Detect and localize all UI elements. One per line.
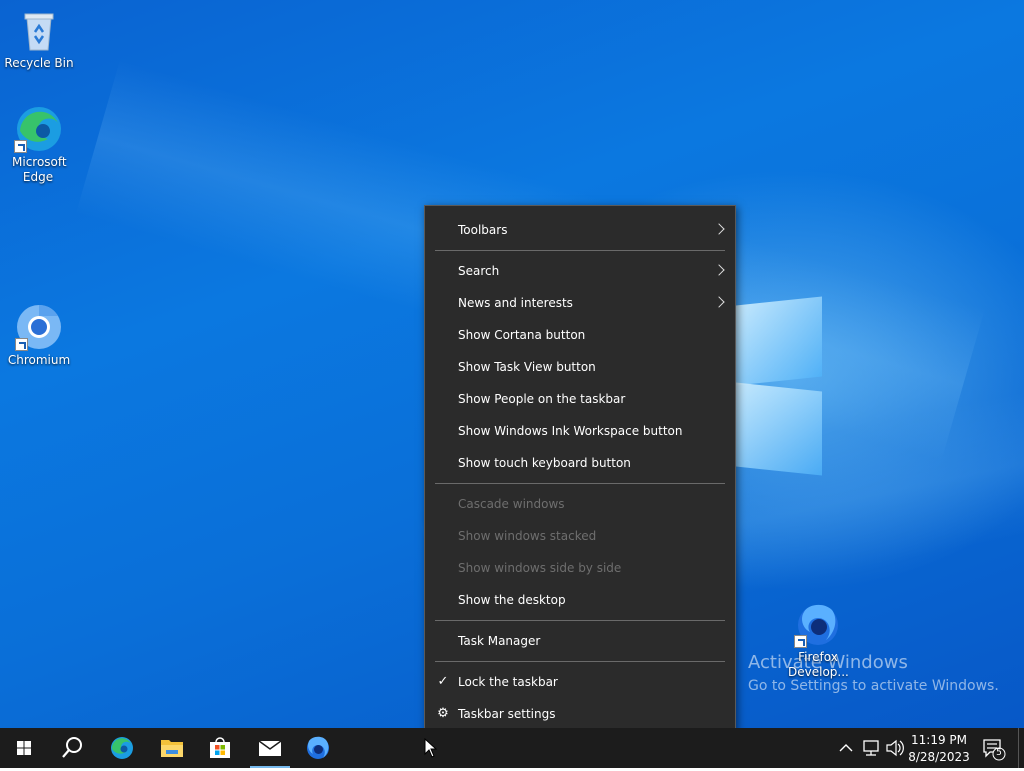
- menu-item-news-and-interests[interactable]: News and interests: [425, 287, 735, 319]
- start-button[interactable]: [0, 728, 48, 768]
- store-icon: [210, 737, 230, 758]
- desktop-icon-label: Firefox Develop...: [788, 650, 849, 679]
- menu-item-show-ink-workspace[interactable]: Show Windows Ink Workspace button: [425, 415, 735, 447]
- taskbar-store-button[interactable]: [196, 728, 244, 768]
- chevron-right-icon: [713, 223, 725, 235]
- menu-item-show-cortana-button[interactable]: Show Cortana button: [425, 319, 735, 351]
- taskbar-mail-button[interactable]: [246, 728, 294, 768]
- edge-icon: [111, 737, 133, 759]
- menu-item-label: Lock the taskbar: [458, 675, 558, 689]
- clock[interactable]: 11:19 PM 8/28/2023: [906, 730, 972, 768]
- taskbar-file-explorer-button[interactable]: [148, 728, 196, 768]
- start-icon: [17, 741, 31, 755]
- network-icon: [863, 740, 879, 756]
- mouse-cursor-icon: [424, 738, 438, 758]
- show-hidden-icons-button[interactable]: [836, 728, 856, 768]
- menu-item-label: Search: [458, 264, 500, 278]
- volume-icon: [886, 739, 904, 757]
- menu-item-show-people[interactable]: Show People on the taskbar: [425, 383, 735, 415]
- desktop-icon-firefox-developer[interactable]: Firefox Develop...: [780, 600, 856, 680]
- menu-item-search[interactable]: Search: [425, 255, 735, 287]
- menu-separator: [435, 250, 725, 251]
- menu-item-show-the-desktop[interactable]: Show the desktop: [425, 584, 735, 616]
- clock-time: 11:19 PM: [911, 733, 967, 747]
- menu-item-label: Show Windows Ink Workspace button: [458, 424, 683, 438]
- menu-item-label: Show Cortana button: [458, 328, 586, 342]
- windows-logo-wallpaper: [736, 289, 824, 481]
- search-icon: [62, 737, 82, 758]
- menu-item-label: Show windows side by side: [458, 561, 622, 575]
- menu-item-label: Toolbars: [458, 223, 508, 237]
- checkmark-icon: ✓: [437, 674, 449, 689]
- menu-item-label: Show the desktop: [458, 593, 566, 607]
- mail-icon: [258, 740, 282, 756]
- firefox-dev-icon: [794, 600, 842, 648]
- clock-date: 8/28/2023: [908, 750, 970, 764]
- desktop-icon-label: Microsoft Edge: [12, 155, 67, 184]
- menu-separator: [435, 661, 725, 662]
- shortcut-arrow-icon: [15, 338, 28, 351]
- menu-item-task-manager[interactable]: Task Manager: [425, 625, 735, 657]
- menu-item-label: News and interests: [458, 296, 573, 310]
- menu-item-taskbar-settings[interactable]: ⚙ Taskbar settings: [425, 698, 735, 730]
- shortcut-arrow-icon: [14, 140, 27, 153]
- menu-item-label: Task Manager: [458, 634, 541, 648]
- menu-item-label: Show touch keyboard button: [458, 456, 631, 470]
- taskbar[interactable]: 11:19 PM 8/28/2023 5: [0, 728, 1024, 768]
- taskbar-context-menu: Toolbars Search News and interests Show …: [424, 205, 736, 737]
- firefox-dev-icon: [307, 736, 329, 759]
- shortcut-arrow-icon: [794, 635, 807, 648]
- desktop-icon-microsoft-edge[interactable]: Microsoft Edge: [0, 105, 76, 185]
- menu-item-label: Show Task View button: [458, 360, 596, 374]
- file-explorer-icon: [161, 740, 183, 757]
- show-desktop-button[interactable]: [1018, 728, 1024, 768]
- recycle-bin-icon: [15, 6, 63, 54]
- menu-item-show-touch-keyboard[interactable]: Show touch keyboard button: [425, 447, 735, 479]
- menu-item-toolbars[interactable]: Toolbars: [425, 214, 735, 246]
- menu-item-lock-the-taskbar[interactable]: ✓ Lock the taskbar: [425, 666, 735, 698]
- action-center-button[interactable]: 5: [978, 728, 1008, 768]
- menu-item-show-windows-stacked: Show windows stacked: [425, 520, 735, 552]
- chevron-right-icon: [713, 264, 725, 276]
- edge-icon: [14, 105, 62, 153]
- taskbar-edge-button[interactable]: [98, 728, 146, 768]
- menu-item-label: Show windows stacked: [458, 529, 597, 543]
- desktop-icon-label: Chromium: [7, 353, 71, 367]
- menu-item-label: Taskbar settings: [458, 707, 556, 721]
- taskbar-firefox-dev-button[interactable]: [294, 728, 342, 768]
- menu-item-label: Show People on the taskbar: [458, 392, 626, 406]
- volume-button[interactable]: [884, 728, 906, 768]
- gear-icon: ⚙: [437, 706, 449, 721]
- search-button[interactable]: [48, 728, 96, 768]
- menu-separator: [435, 483, 725, 484]
- chevron-up-icon: [839, 744, 853, 752]
- desktop-icon-label: Recycle Bin: [4, 56, 74, 70]
- desktop-icon-chromium[interactable]: Chromium: [1, 303, 77, 368]
- network-button[interactable]: [860, 728, 882, 768]
- desktop-icon-recycle-bin[interactable]: Recycle Bin: [1, 6, 77, 71]
- menu-item-cascade-windows: Cascade windows: [425, 488, 735, 520]
- notification-count-badge: 5: [996, 748, 1002, 758]
- notification-icon: [983, 739, 1006, 761]
- menu-item-show-windows-side-by-side: Show windows side by side: [425, 552, 735, 584]
- chromium-icon: [15, 303, 63, 351]
- menu-separator: [435, 620, 725, 621]
- menu-item-label: Cascade windows: [458, 497, 565, 511]
- menu-item-show-task-view-button[interactable]: Show Task View button: [425, 351, 735, 383]
- chevron-right-icon: [713, 296, 725, 308]
